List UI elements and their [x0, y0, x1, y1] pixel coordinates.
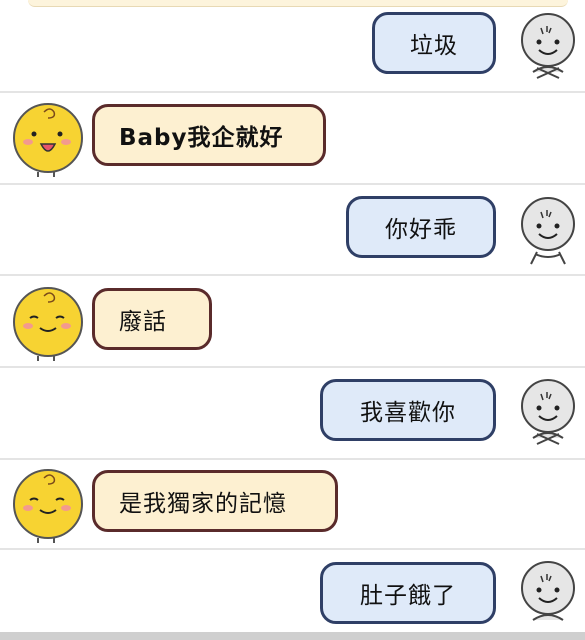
message-text: 垃圾 — [410, 33, 458, 59]
message-divider — [0, 183, 585, 185]
message-divider — [0, 458, 585, 460]
bottom-bar — [0, 632, 585, 640]
message-text: 你好乖 — [385, 217, 457, 243]
bot-avatar-icon[interactable] — [8, 102, 88, 178]
bot-avatar-icon[interactable] — [8, 286, 88, 362]
user-avatar-icon[interactable] — [517, 12, 579, 82]
message-text: 我喜歡你 — [360, 400, 456, 426]
bot-avatar-icon[interactable] — [8, 468, 88, 544]
previous-message-strip — [28, 0, 568, 7]
bot-message-bubble[interactable]: 是我獨家的記憶 — [92, 470, 338, 532]
user-message-bubble[interactable]: 垃圾 — [372, 12, 496, 74]
message-divider — [0, 274, 585, 276]
user-message-bubble[interactable]: 我喜歡你 — [320, 379, 496, 441]
message-divider — [0, 548, 585, 550]
message-divider — [0, 91, 585, 93]
message-divider — [0, 366, 585, 368]
message-text: 廢話 — [119, 309, 167, 335]
message-text: 肚子餓了 — [360, 583, 456, 609]
message-text: Baby我企就好 — [119, 125, 284, 151]
user-message-bubble[interactable]: 肚子餓了 — [320, 562, 496, 624]
user-message-bubble[interactable]: 你好乖 — [346, 196, 496, 258]
bot-message-bubble[interactable]: 廢話 — [92, 288, 212, 350]
bot-message-bubble[interactable]: Baby我企就好 — [92, 104, 326, 166]
user-avatar-icon[interactable] — [517, 560, 579, 630]
user-avatar-icon[interactable] — [517, 196, 579, 266]
user-avatar-icon[interactable] — [517, 378, 579, 448]
message-text: 是我獨家的記憶 — [119, 491, 287, 517]
